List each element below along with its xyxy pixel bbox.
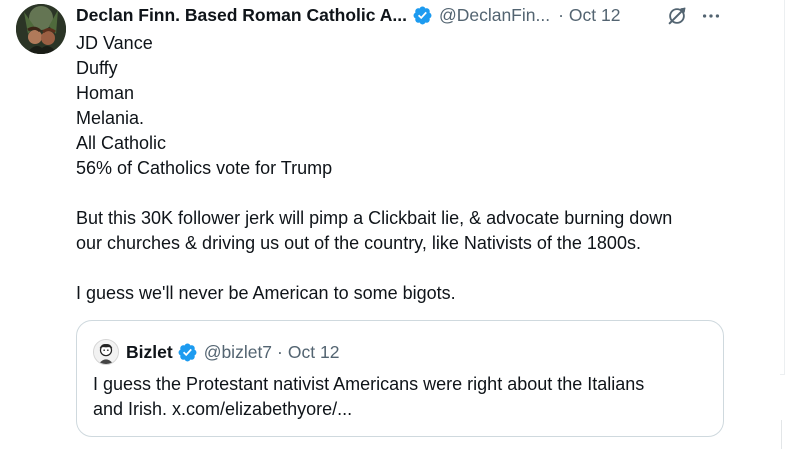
tweet[interactable]: Declan Finn. Based Roman Catholic A... @…	[0, 0, 766, 449]
tweet-text-line	[76, 181, 736, 206]
author-handle[interactable]: @DeclanFin...	[439, 5, 550, 26]
tweet-header: Declan Finn. Based Roman Catholic A... @…	[76, 3, 736, 27]
quoted-author-display-name: Bizlet	[126, 341, 173, 362]
author-display-name[interactable]: Declan Finn. Based Roman Catholic A...	[76, 5, 407, 26]
verified-badge-icon[interactable]	[412, 5, 433, 26]
quoted-tweet[interactable]: Bizlet @bizlet7 · Oct 12 I guess the Pro…	[76, 320, 724, 437]
quoted-author-handle: @bizlet7	[203, 341, 273, 362]
tweet-text: JD Vance Duffy Homan Melania. All Cathol…	[76, 31, 736, 306]
tweet-timestamp[interactable]: Oct 12	[569, 5, 621, 26]
tweet-text-line: JD Vance	[76, 33, 153, 53]
quoted-tweet-timestamp: Oct 12	[287, 341, 340, 362]
scrollbar-thumb[interactable]	[780, 0, 785, 375]
tweet-text-line: Homan	[76, 83, 135, 103]
author-avatar[interactable]	[16, 4, 66, 54]
quoted-tweet-header: Bizlet @bizlet7 · Oct 12	[93, 339, 339, 365]
tweet-text-line: But this 30K follower jerk will pimp a C…	[76, 208, 673, 228]
quoted-tweet-text-line: and Irish. x.com/elizabethyore/...	[93, 399, 353, 419]
tweet-text-line: All Catholic	[76, 133, 167, 153]
separator-dot: ·	[277, 341, 283, 362]
tweet-text-line: Melania.	[76, 108, 145, 128]
tweet-text-line: 56% of Catholics vote for Trump	[76, 158, 333, 178]
more-icon[interactable]	[700, 5, 722, 27]
author-avatar-image	[16, 4, 66, 54]
grok-icon[interactable]	[666, 5, 688, 27]
verified-badge-icon	[178, 343, 197, 361]
quoted-author-avatar	[93, 339, 119, 365]
scrollbar-segment	[781, 420, 786, 449]
quoted-author-avatar-image	[94, 340, 118, 364]
quoted-tweet-text-line: I guess the Protestant nativist American…	[93, 374, 645, 394]
tweet-text-line: Duffy	[76, 58, 118, 78]
separator-dot: ·	[558, 4, 564, 25]
tweet-text-line: our churches & driving us out of the cou…	[76, 233, 641, 253]
tweet-text-line	[76, 256, 736, 281]
tweet-text-line: I guess we'll never be American to some …	[76, 283, 456, 303]
quoted-tweet-text: I guess the Protestant nativist American…	[93, 372, 713, 422]
